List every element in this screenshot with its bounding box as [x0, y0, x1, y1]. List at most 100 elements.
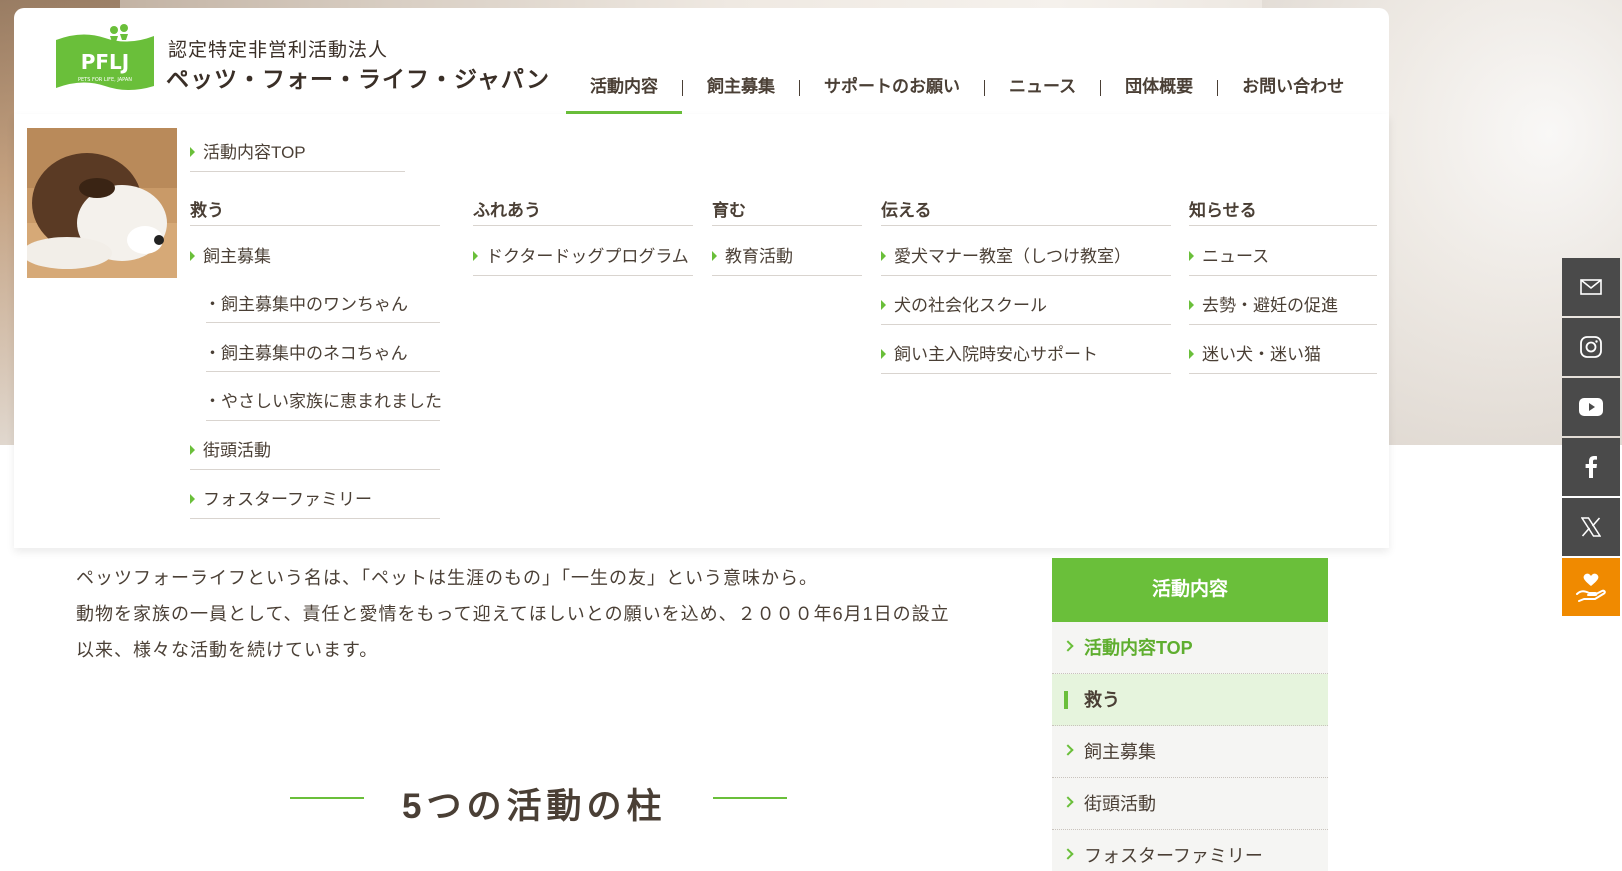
arrow-icon: [881, 250, 886, 261]
global-nav: 活動内容 飼主募集 サポートのお願い ニュース 団体概要 お問い合わせ: [566, 72, 1368, 114]
nav-contact[interactable]: お問い合わせ: [1218, 72, 1368, 114]
divider: [712, 275, 862, 276]
side-nav: 活動内容 活動内容TOP 救う 飼主募集 街頭活動 フォスターファミリー: [1052, 558, 1328, 871]
donate-icon[interactable]: [1562, 558, 1620, 616]
chevron-right-icon: [1062, 744, 1074, 756]
mega-link-label: 犬の社会化スクール: [894, 296, 1047, 315]
mega-heading-inform: 知らせる: [1189, 201, 1257, 220]
divider: [881, 324, 1171, 325]
mega-link-label: 愛犬マナー教室（しつけ教室）: [894, 247, 1131, 266]
dog-photo: [27, 128, 177, 278]
mega-link-cats[interactable]: ・飼主募集中のネコちゃん: [204, 339, 408, 364]
divider: [1189, 275, 1377, 276]
side-nav-item-foster[interactable]: フォスターファミリー: [1052, 830, 1328, 871]
pflj-logo[interactable]: PFLJ PETS FOR LIFE, JAPAN: [52, 22, 158, 94]
divider: [1189, 373, 1377, 374]
side-nav-label: 救う: [1084, 690, 1120, 710]
intro-line: 動物を家族の一員として、責任と愛情をもって迎えてほしいとの願いを込め、２０００年…: [76, 604, 950, 624]
x-icon[interactable]: [1562, 498, 1620, 556]
title-decoration-right: [713, 797, 787, 799]
arrow-icon: [1189, 299, 1194, 310]
current-indicator: [1064, 691, 1068, 709]
side-nav-heading[interactable]: 活動内容: [1052, 558, 1328, 622]
mega-menu: 活動内容TOP 救う 飼主募集 ・飼主募集中のワンちゃん ・飼主募集中のネコちゃ…: [14, 114, 1389, 548]
mega-heading-convey: 伝える: [881, 201, 932, 220]
intro-line: ペッツフォーライフという名は、「ペットは生涯のもの」「一生の友」という意味から。: [76, 568, 818, 588]
arrow-icon: [712, 250, 717, 261]
side-nav-item-adoption[interactable]: 飼主募集: [1052, 726, 1328, 778]
arrow-icon: [190, 146, 195, 157]
divider: [206, 371, 440, 372]
nav-news[interactable]: ニュース: [985, 72, 1100, 114]
mega-link-label: 活動内容TOP: [203, 143, 306, 162]
side-nav-item-top[interactable]: 活動内容TOP: [1052, 622, 1328, 674]
mega-link-doctordog[interactable]: ドクタードッグプログラム: [473, 242, 689, 267]
mega-link-label: 教育活動: [725, 247, 793, 266]
divider: [190, 518, 440, 519]
side-nav-label: フォスターファミリー: [1084, 846, 1263, 866]
mega-link-adoption[interactable]: 飼主募集: [190, 242, 271, 267]
social-rail: [1562, 258, 1620, 618]
mega-link-lost-pets[interactable]: 迷い犬・迷い猫: [1189, 340, 1321, 365]
section-title: 5つの活動の柱: [402, 787, 667, 826]
divider: [881, 275, 1171, 276]
mega-link-education[interactable]: 教育活動: [712, 242, 793, 267]
arrow-icon: [881, 348, 886, 359]
mail-icon[interactable]: [1562, 258, 1620, 316]
org-type: 認定特定非営利活動法人: [168, 40, 389, 61]
side-nav-item-save[interactable]: 救う: [1052, 674, 1328, 726]
chevron-right-icon: [1062, 640, 1074, 652]
facebook-icon[interactable]: [1562, 438, 1620, 496]
arrow-icon: [1189, 250, 1194, 261]
nav-about[interactable]: 団体概要: [1101, 72, 1217, 114]
mega-link-label: 飼主募集: [203, 247, 271, 266]
divider: [1189, 324, 1377, 325]
arrow-icon: [1189, 348, 1194, 359]
mega-link-label: ニュース: [1202, 247, 1270, 266]
divider: [206, 420, 440, 421]
arrow-icon: [473, 250, 478, 261]
mega-link-label: 飼い主入院時安心サポート: [894, 345, 1098, 364]
title-decoration-left: [290, 797, 364, 799]
youtube-icon[interactable]: [1562, 378, 1620, 436]
intro-text: ペッツフォーライフという名は、「ペットは生涯のもの」「一生の友」という意味から。…: [76, 560, 950, 668]
mega-link-news[interactable]: ニュース: [1189, 242, 1269, 267]
mega-link-top[interactable]: 活動内容TOP: [190, 138, 306, 163]
side-nav-item-street[interactable]: 街頭活動: [1052, 778, 1328, 830]
divider: [473, 275, 693, 276]
mega-link-street[interactable]: 街頭活動: [190, 436, 271, 461]
nav-adoption[interactable]: 飼主募集: [683, 72, 799, 114]
mega-link-label: 街頭活動: [203, 441, 271, 460]
mega-link-adopted[interactable]: ・やさしい家族に恵まれました: [204, 387, 442, 412]
divider: [206, 322, 440, 323]
arrow-icon: [881, 299, 886, 310]
mega-link-dogs[interactable]: ・飼主募集中のワンちゃん: [204, 290, 408, 315]
divider: [190, 225, 440, 226]
nav-support[interactable]: サポートのお願い: [800, 72, 984, 114]
divider: [1189, 225, 1377, 226]
divider: [473, 225, 693, 226]
divider: [712, 225, 862, 226]
divider: [881, 225, 1171, 226]
mega-link-foster[interactable]: フォスターファミリー: [190, 485, 372, 510]
arrow-icon: [190, 493, 195, 504]
side-nav-label: 街頭活動: [1084, 794, 1156, 814]
mega-link-label: ドクタードッグプログラム: [486, 247, 689, 266]
mega-link-label: 迷い犬・迷い猫: [1202, 345, 1321, 364]
mega-link-spay-neuter[interactable]: 去勢・避妊の促進: [1189, 291, 1338, 316]
instagram-icon[interactable]: [1562, 318, 1620, 376]
divider: [190, 469, 440, 470]
nav-activities[interactable]: 活動内容: [566, 72, 682, 114]
mega-link-manners[interactable]: 愛犬マナー教室（しつけ教室）: [881, 242, 1131, 267]
mega-link-socialization[interactable]: 犬の社会化スクール: [881, 291, 1047, 316]
chevron-right-icon: [1062, 796, 1074, 808]
mega-link-hospital-support[interactable]: 飼い主入院時安心サポート: [881, 340, 1098, 365]
intro-line: 以来、様々な活動を続けています。: [76, 640, 379, 660]
arrow-icon: [190, 250, 195, 261]
org-name[interactable]: ペッツ・フォー・ライフ・ジャパン: [166, 60, 550, 94]
mega-heading-touch: ふれあう: [473, 201, 541, 220]
side-nav-label: 活動内容TOP: [1084, 638, 1193, 658]
mega-link-label: 去勢・避妊の促進: [1202, 296, 1338, 315]
svg-text:PETS FOR LIFE, JAPAN: PETS FOR LIFE, JAPAN: [78, 77, 132, 83]
svg-text:PFLJ: PFLJ: [81, 50, 130, 74]
